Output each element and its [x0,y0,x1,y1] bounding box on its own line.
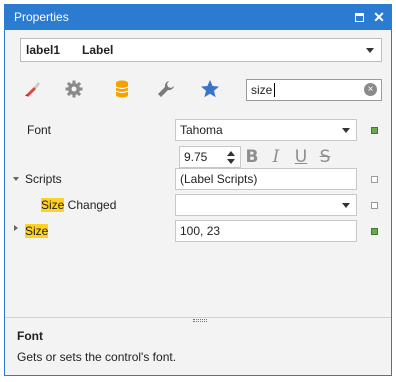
property-label-size-changed[interactable]: Size Changed [41,198,116,212]
gear-icon[interactable] [63,78,85,100]
text-caret [274,83,275,97]
modified-marker[interactable] [371,228,378,235]
property-label-scripts[interactable]: Scripts [25,172,62,186]
size-value: 100, 23 [180,224,221,238]
expand-arrow-icon[interactable] [14,225,18,231]
description-title: Font [17,329,43,343]
title-bar: Properties ✕ [5,5,391,30]
spin-down-icon[interactable] [227,159,235,164]
search-value: size [251,83,273,97]
modified-marker[interactable] [371,127,378,134]
wrench-icon[interactable] [155,78,177,100]
property-label-size[interactable]: Size [25,224,49,238]
size-changed-dropdown[interactable] [175,194,357,216]
collapse-arrow-icon[interactable] [13,177,19,181]
underline-button[interactable]: U [292,146,310,168]
default-marker[interactable] [371,176,378,183]
font-size-spinner[interactable]: 9.75 [179,146,241,168]
clear-search-icon[interactable]: × [364,83,377,96]
chevron-down-icon[interactable] [366,48,374,53]
italic-button[interactable]: I [267,146,285,168]
object-type: Label [82,43,114,57]
close-icon[interactable]: ✕ [371,9,387,25]
scripts-field[interactable]: (Label Scripts) [175,168,357,190]
chevron-down-icon[interactable] [342,128,350,133]
bold-button[interactable]: B [243,146,261,168]
font-name-value: Tahoma [180,123,223,137]
resize-grip-icon[interactable] [193,319,207,322]
object-name: label1 [26,43,61,57]
property-label-font[interactable]: Font [27,123,51,137]
maximize-icon[interactable] [351,9,367,25]
default-marker[interactable] [371,202,378,209]
chevron-down-icon[interactable] [342,203,350,208]
scripts-value: (Label Scripts) [180,172,258,186]
description-text: Gets or sets the control's font. [17,350,177,364]
search-input[interactable]: size × [246,79,382,101]
search-match-highlight: Size [25,224,49,238]
font-name-dropdown[interactable]: Tahoma [175,119,357,141]
object-selector[interactable]: label1 Label [20,38,382,62]
size-field[interactable]: 100, 23 [175,220,357,242]
spin-up-icon[interactable] [227,151,235,156]
star-icon[interactable] [199,78,221,100]
font-size-value: 9.75 [184,150,208,164]
window-title: Properties [14,10,69,24]
property-label-rest: Changed [64,198,117,212]
brush-icon[interactable] [21,78,43,100]
database-icon[interactable] [111,78,133,100]
strikeout-button[interactable]: S [316,146,334,168]
description-divider [5,317,391,318]
search-match-highlight: Size [41,198,65,212]
properties-window: Properties ✕ label1 Label size × Font Ta… [4,4,392,376]
